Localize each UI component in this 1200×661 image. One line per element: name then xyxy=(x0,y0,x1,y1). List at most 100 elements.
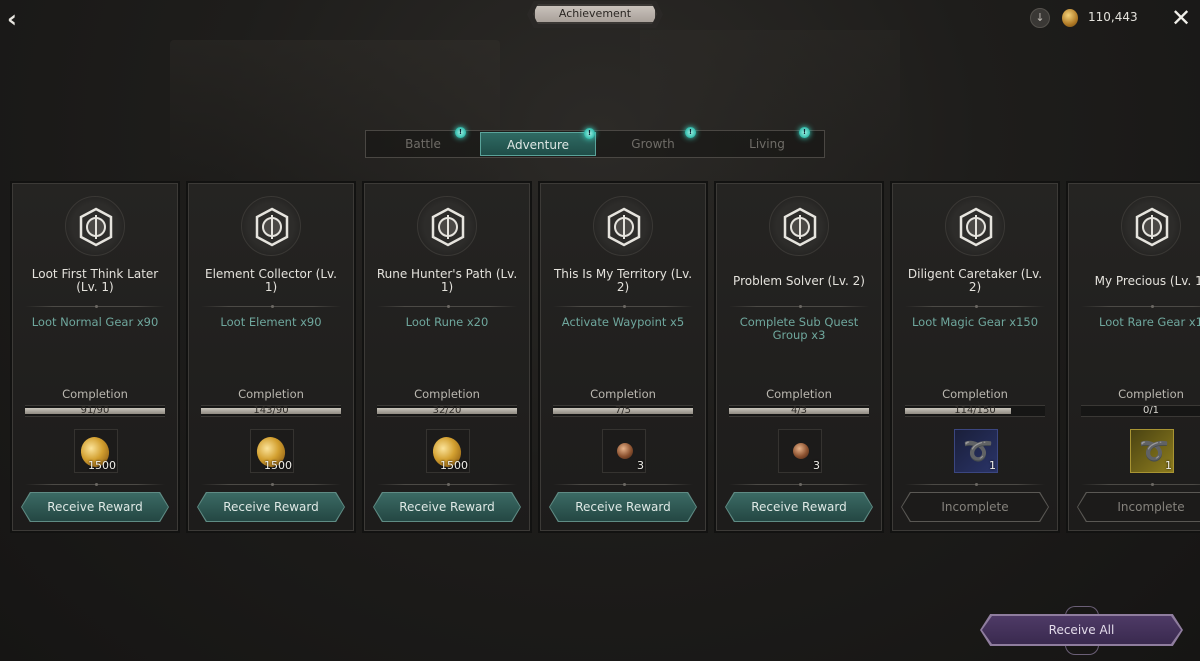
download-button[interactable]: ↓ xyxy=(1030,8,1050,28)
achievement-task: Loot Rare Gear x1 xyxy=(1099,315,1200,329)
divider xyxy=(25,305,165,308)
completion-label: Completion xyxy=(62,387,128,401)
divider xyxy=(729,483,869,486)
completion-label: Completion xyxy=(590,387,656,401)
receive-reward-button[interactable]: Receive Reward xyxy=(21,494,169,520)
achievement-task: Complete Sub Quest Group x3 xyxy=(739,315,859,342)
progress-bar: 114/150 xyxy=(905,405,1045,417)
reward-item[interactable]: ➰ 1 xyxy=(954,429,998,473)
reward-item[interactable]: 1500 xyxy=(74,429,118,473)
progress-text: 143/90 xyxy=(253,405,289,416)
divider xyxy=(553,305,693,308)
completion-label: Completion xyxy=(1118,387,1184,401)
achievement-card: This Is My Territory (Lv. 2) Activate Wa… xyxy=(538,181,708,533)
back-button[interactable]: ‹ xyxy=(2,6,22,32)
currency-amount: 110,443 xyxy=(1088,10,1138,24)
notification-badge-icon: ! xyxy=(685,127,696,138)
divider xyxy=(553,483,693,486)
rope-emblem-icon xyxy=(945,196,1005,256)
progress-bar: 32/20 xyxy=(377,405,517,417)
divider xyxy=(1081,483,1200,486)
completion-label: Completion xyxy=(414,387,480,401)
divider xyxy=(201,305,341,308)
receive-all-button[interactable]: Receive All xyxy=(980,614,1183,646)
achievement-name: My Precious (Lv. 1) xyxy=(1094,273,1200,288)
achievement-card: Rune Hunter's Path (Lv. 1) Loot Rune x20… xyxy=(362,181,532,533)
tab-label: Living xyxy=(749,137,785,151)
background-shelf xyxy=(170,40,500,180)
gold-coin-icon xyxy=(1062,9,1078,27)
achievement-card: Element Collector (Lv. 1) Loot Element x… xyxy=(186,181,356,533)
tab-living[interactable]: Living ! xyxy=(710,127,824,157)
reward-item[interactable]: ➰ 1 xyxy=(1130,429,1174,473)
divider xyxy=(1081,305,1200,308)
achievement-task: Activate Waypoint x5 xyxy=(561,315,685,329)
tab-growth[interactable]: Growth ! xyxy=(596,127,710,157)
incomplete-button: Incomplete xyxy=(941,500,1009,514)
receive-reward-button[interactable]: Receive Reward xyxy=(549,494,697,520)
reward-item[interactable]: 3 xyxy=(602,429,646,473)
achievement-name: Rune Hunter's Path (Lv. 1) xyxy=(376,267,518,294)
incomplete-button: Incomplete xyxy=(1117,500,1185,514)
progress-bar: 143/90 xyxy=(201,405,341,417)
progress-text: 7/5 xyxy=(614,405,632,416)
sword-emblem-icon xyxy=(65,196,125,256)
achievement-card: My Precious (Lv. 1) Loot Rare Gear x1 Co… xyxy=(1066,181,1200,533)
notification-badge-icon: ! xyxy=(799,127,810,138)
completion-label: Completion xyxy=(766,387,832,401)
progress-bar: 0/1 xyxy=(1081,405,1200,417)
divider xyxy=(905,483,1045,486)
reward-quantity: 1500 xyxy=(88,459,116,472)
hexagon-web-emblem-icon xyxy=(241,196,301,256)
achievement-task: Loot Magic Gear x150 xyxy=(911,315,1039,329)
receive-reward-button[interactable]: Receive Reward xyxy=(197,494,345,520)
receive-reward-button[interactable]: Receive Reward xyxy=(725,494,873,520)
achievement-name: This Is My Territory (Lv. 2) xyxy=(553,267,693,294)
chevron-left-icon: ‹ xyxy=(7,5,17,33)
achievement-name: Problem Solver (Lv. 2) xyxy=(733,273,865,288)
reward-quantity: 3 xyxy=(813,459,820,472)
notification-badge-icon: ! xyxy=(455,127,466,138)
close-button[interactable]: ✕ xyxy=(1168,4,1194,32)
reward-item[interactable]: 3 xyxy=(778,429,822,473)
page-title: Achievement xyxy=(533,4,657,24)
ornament xyxy=(1065,645,1099,655)
achievement-list: Loot First Think Later (Lv. 1) Loot Norm… xyxy=(10,181,1200,533)
runes-emblem-icon xyxy=(417,196,477,256)
achievement-card: Problem Solver (Lv. 2) Complete Sub Ques… xyxy=(714,181,884,533)
reward-item[interactable]: 1500 xyxy=(426,429,470,473)
completion-label: Completion xyxy=(942,387,1008,401)
completion-label: Completion xyxy=(238,387,304,401)
progress-text: 32/20 xyxy=(432,405,462,416)
tab-adventure[interactable]: Adventure ! xyxy=(480,128,596,156)
achievement-name: Loot First Think Later (Lv. 1) xyxy=(31,267,159,294)
achievement-card: Diligent Caretaker (Lv. 2) Loot Magic Ge… xyxy=(890,181,1060,533)
tab-battle[interactable]: Battle ! xyxy=(366,127,480,157)
reward-quantity: 1500 xyxy=(440,459,468,472)
progress-text: 114/150 xyxy=(954,405,996,416)
tab-label: Growth xyxy=(631,137,675,151)
crossed-swords-emblem-icon xyxy=(1121,196,1181,256)
receive-reward-button[interactable]: Receive Reward xyxy=(373,494,521,520)
reward-quantity: 1500 xyxy=(264,459,292,472)
tab-label: Adventure xyxy=(506,138,570,152)
achievement-name: Element Collector (Lv. 1) xyxy=(204,267,337,294)
quest-scroll-emblem-icon xyxy=(769,196,829,256)
progress-text: 91/90 xyxy=(80,405,110,416)
bronze-orb-icon xyxy=(617,443,633,459)
reward-quantity: 1 xyxy=(1165,459,1172,472)
notification-badge-icon: ! xyxy=(584,128,595,139)
achievement-task: Loot Normal Gear x90 xyxy=(31,315,159,329)
progress-bar: 7/5 xyxy=(553,405,693,417)
achievement-task: Loot Element x90 xyxy=(220,315,322,329)
achievement-card: Loot First Think Later (Lv. 1) Loot Norm… xyxy=(10,181,180,533)
reward-item[interactable]: 1500 xyxy=(250,429,294,473)
reward-quantity: 1 xyxy=(989,459,996,472)
category-tabs: Battle ! Adventure ! Growth ! Living ! xyxy=(365,127,825,158)
progress-text: 0/1 xyxy=(1142,405,1160,416)
divider xyxy=(729,305,869,308)
divider xyxy=(905,305,1045,308)
bronze-orb-icon xyxy=(793,443,809,459)
arrow-down-icon: ↓ xyxy=(1035,11,1045,24)
reward-quantity: 3 xyxy=(637,459,644,472)
